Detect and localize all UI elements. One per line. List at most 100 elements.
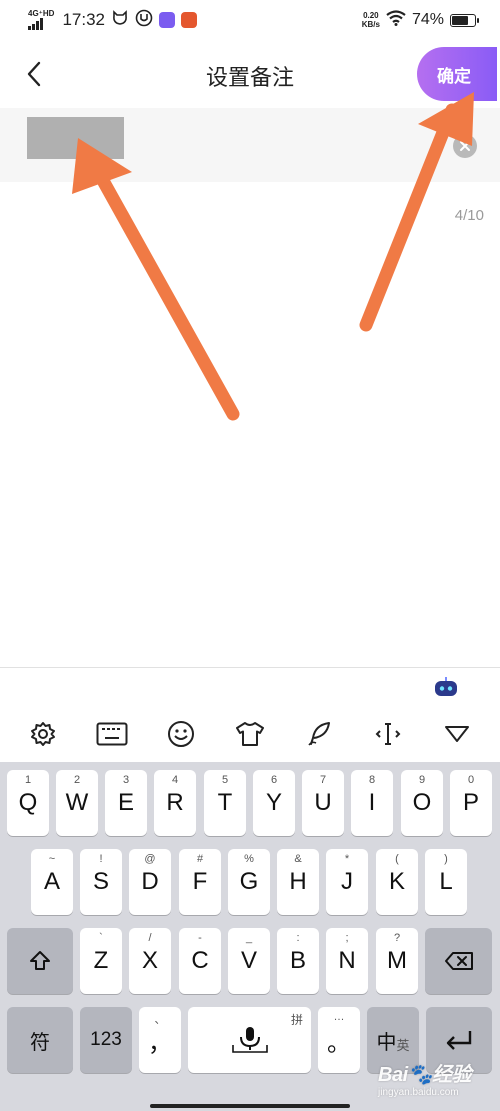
- key-label: C: [191, 947, 209, 974]
- key-a[interactable]: ~ A: [31, 849, 73, 915]
- key-v[interactable]: _ V: [228, 928, 270, 994]
- key-s[interactable]: ! S: [80, 849, 122, 915]
- close-icon: [460, 141, 470, 151]
- key-m[interactable]: ? M: [376, 928, 418, 994]
- key-z[interactable]: ` Z: [80, 928, 122, 994]
- key-k[interactable]: (K: [376, 849, 418, 915]
- watermark-logo: Bai🐾经验: [378, 1064, 472, 1086]
- comma-key[interactable]: 、，: [139, 1007, 181, 1073]
- notification-news-icon: [181, 12, 197, 28]
- space-key[interactable]: 拼: [188, 1007, 311, 1073]
- key-label: 符: [30, 1031, 50, 1054]
- status-left: 4G⁺HD 17:32: [28, 9, 197, 32]
- key-c[interactable]: -C: [179, 928, 221, 994]
- cursor-move-icon[interactable]: [364, 710, 412, 758]
- key-b[interactable]: :B: [277, 928, 319, 994]
- key-label: S: [92, 868, 109, 895]
- key-x[interactable]: / X: [129, 928, 171, 994]
- watermark-url: jingyan.baidu.com: [378, 1087, 459, 1098]
- keyboard-suggestion-bar: [0, 667, 500, 705]
- key-f[interactable]: # F: [179, 849, 221, 915]
- key-alt-label: %: [244, 853, 254, 865]
- collapse-icon[interactable]: [433, 710, 481, 758]
- key-l[interactable]: ) L: [425, 849, 467, 915]
- key-o[interactable]: 9O: [401, 770, 443, 836]
- shift-icon: [30, 951, 50, 970]
- header: 设置备注 确定: [0, 44, 500, 106]
- key-label: R: [166, 789, 184, 816]
- key-label: ，: [148, 1029, 172, 1057]
- signal-icon: [28, 18, 43, 30]
- key-t[interactable]: 5T: [204, 770, 246, 836]
- key-q[interactable]: 1Q: [7, 770, 49, 836]
- key-j[interactable]: * J: [326, 849, 368, 915]
- status-bar: 4G⁺HD 17:32 0.20 KB/s 74%: [0, 0, 500, 40]
- key-alt-label: ~: [48, 853, 56, 865]
- key-alt-label: 1: [24, 774, 32, 786]
- key-label: Q: [18, 789, 38, 816]
- key-row-1: 1Q 2W 3E 4R 5T 6Y 7U 8I 9O 0P: [0, 770, 500, 840]
- key-label: N: [338, 947, 356, 974]
- confirm-button[interactable]: 确定: [417, 47, 497, 101]
- key-alt-label: /: [148, 932, 152, 944]
- watermark: Bai🐾经验 jingyan.baidu.com: [378, 1058, 496, 1106]
- key-label: I: [368, 789, 376, 816]
- key-i[interactable]: 8I: [351, 770, 393, 836]
- battery-percent: 74%: [411, 11, 444, 28]
- key-label: D: [141, 868, 159, 895]
- key-label: L: [439, 868, 453, 895]
- quill-icon[interactable]: [295, 710, 343, 758]
- key-u[interactable]: 7U: [302, 770, 344, 836]
- key-p[interactable]: 0P: [450, 770, 492, 836]
- key-label: U: [314, 789, 332, 816]
- key-label: O: [412, 789, 432, 816]
- speed-value: 0.20: [363, 11, 379, 20]
- key-alt-label: 英: [396, 1037, 410, 1053]
- notification-cat-icon: [111, 9, 129, 31]
- keyboard-toolbar: [0, 705, 500, 762]
- key-e[interactable]: 3E: [105, 770, 147, 836]
- key-alt-label: 、: [154, 1014, 166, 1026]
- keyboard-icon[interactable]: [88, 710, 136, 758]
- gear-icon[interactable]: [19, 710, 67, 758]
- clear-input-button[interactable]: [453, 134, 477, 158]
- robot-assistant-icon[interactable]: [432, 676, 460, 698]
- key-w[interactable]: 2W: [56, 770, 98, 836]
- key-label: 中: [376, 1031, 397, 1054]
- key-label: J: [341, 868, 353, 895]
- key-label: W: [65, 789, 89, 816]
- notification-app-icon: [159, 12, 175, 28]
- key-d[interactable]: @ D: [129, 849, 171, 915]
- key-h[interactable]: & H: [277, 849, 319, 915]
- key-alt-label: 6: [270, 774, 278, 786]
- network-speed: 0.20 KB/s: [362, 11, 380, 29]
- key-alt-label: ): [444, 853, 448, 865]
- remark-input[interactable]: [27, 117, 124, 159]
- key-label: T: [217, 789, 233, 816]
- pinyin-badge: 拼: [290, 1013, 303, 1027]
- key-alt-label: @: [144, 853, 156, 865]
- key-alt-label: ?: [393, 932, 401, 944]
- key-label: K: [388, 868, 405, 895]
- enter-icon: [446, 1031, 472, 1050]
- smiley-icon[interactable]: [157, 710, 205, 758]
- home-indicator[interactable]: [150, 1104, 350, 1108]
- key-label: A: [43, 868, 60, 895]
- key-label: P: [462, 789, 479, 816]
- backspace-key[interactable]: [425, 928, 492, 994]
- key-y[interactable]: 6Y: [253, 770, 295, 836]
- period-key[interactable]: …。: [318, 1007, 360, 1073]
- key-n[interactable]: ; N: [326, 928, 368, 994]
- tshirt-icon[interactable]: [226, 710, 274, 758]
- key-g[interactable]: % G: [228, 849, 270, 915]
- symbol-key[interactable]: 符: [7, 1007, 73, 1073]
- key-alt-label: 3: [122, 774, 130, 786]
- key-label: Z: [93, 947, 109, 974]
- numbers-key[interactable]: 123: [80, 1007, 132, 1073]
- key-r[interactable]: 4R: [154, 770, 196, 836]
- remark-input-row: [0, 108, 500, 182]
- battery-fill: [452, 15, 469, 25]
- shift-key[interactable]: [7, 928, 73, 994]
- char-counter: 4/10: [454, 207, 484, 224]
- key-alt-label: !: [99, 853, 103, 865]
